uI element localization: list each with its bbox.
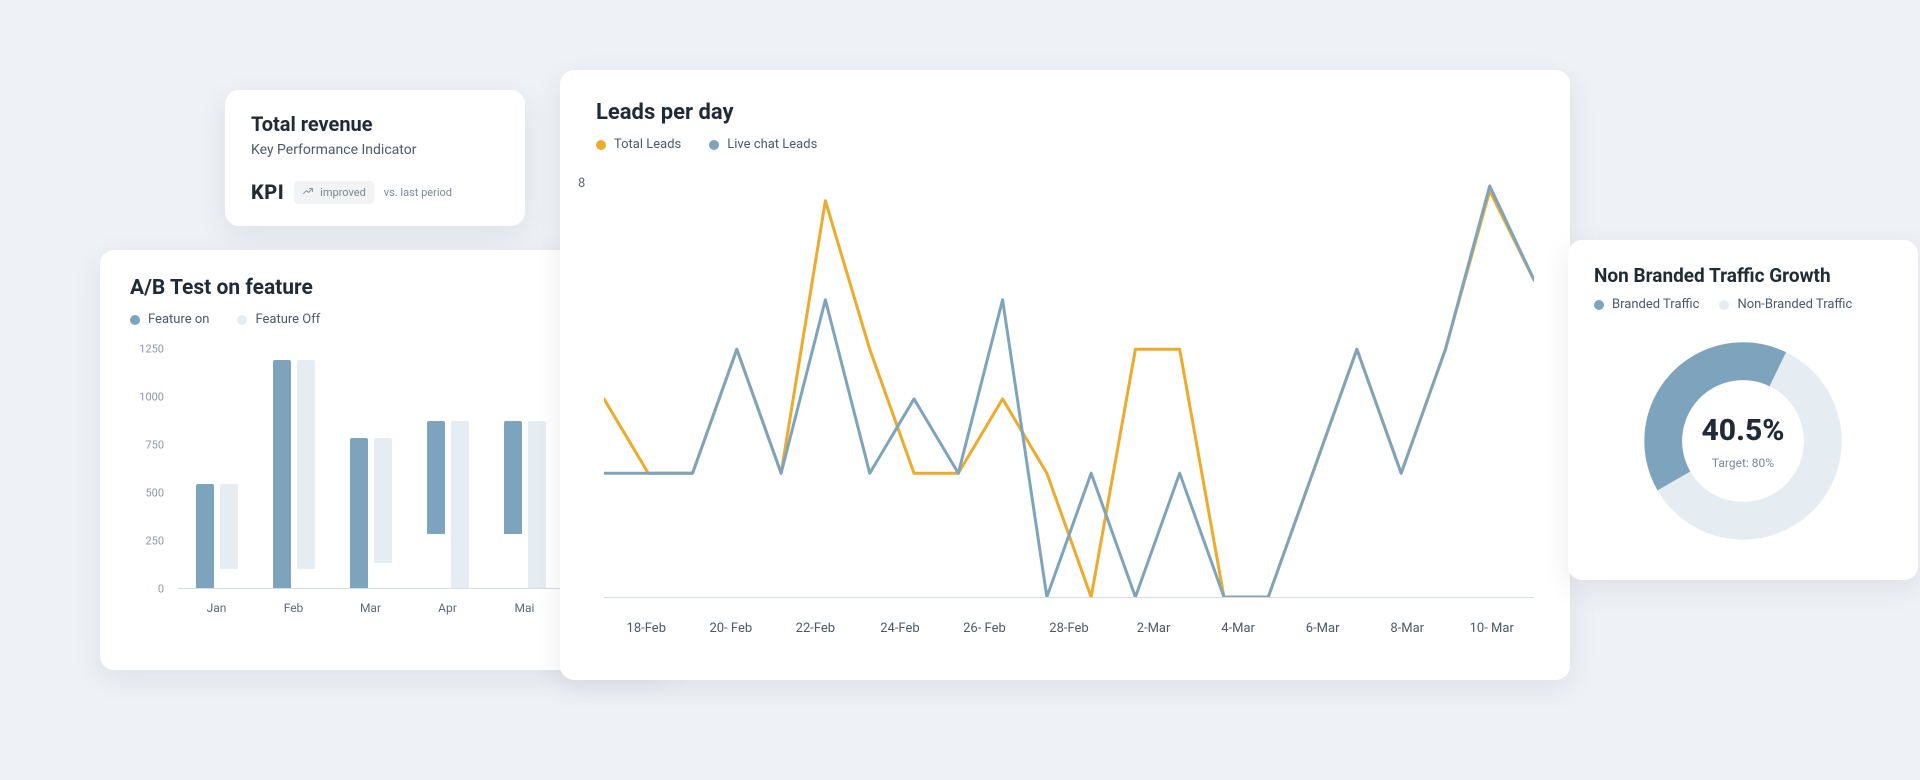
traffic-growth-legend: Branded Traffic Non-Branded Traffic	[1594, 297, 1892, 312]
ab-x-tick: Apr	[409, 601, 486, 615]
leads-card: Leads per day Total Leads Live chat Lead…	[560, 70, 1570, 680]
kpi-title: Total revenue	[251, 112, 499, 136]
bar	[297, 360, 315, 569]
bar	[273, 360, 291, 588]
bar-group	[341, 438, 401, 588]
legend-item-live-chat-leads: Live chat Leads	[709, 137, 817, 152]
leads-y-tick: 8	[578, 176, 585, 191]
legend-label: Feature Off	[255, 312, 320, 327]
leads-title: Leads per day	[596, 100, 1534, 125]
ab-x-tick: Mai	[486, 601, 563, 615]
legend-dot-icon	[1594, 300, 1604, 310]
ab-y-tick: 1000	[139, 391, 164, 404]
legend-dot-icon	[237, 315, 247, 325]
donut-value: 40.5%	[1701, 413, 1784, 448]
legend-label: Live chat Leads	[727, 137, 817, 152]
leads-x-tick: 24-Feb	[858, 621, 943, 636]
leads-legend: Total Leads Live chat Leads	[596, 137, 1534, 152]
bar	[451, 421, 469, 588]
bar	[220, 484, 238, 568]
kpi-improved-badge: improved	[294, 181, 374, 204]
leads-x-tick: 28-Feb	[1027, 621, 1112, 636]
traffic-growth-title: Non Branded Traffic Growth	[1594, 264, 1892, 287]
line-series	[604, 186, 1534, 597]
kpi-vs-text: vs. last period	[384, 186, 452, 199]
bar	[427, 421, 445, 534]
leads-plot-area	[604, 176, 1534, 598]
legend-item-feature-on: Feature on	[130, 312, 209, 327]
bar-group	[495, 421, 555, 588]
legend-label: Non-Branded Traffic	[1737, 297, 1852, 312]
legend-item-total-leads: Total Leads	[596, 137, 681, 152]
legend-dot-icon	[709, 140, 719, 150]
leads-x-tick: 18-Feb	[604, 621, 689, 636]
bar	[196, 484, 214, 588]
bar	[504, 421, 522, 534]
trend-up-icon	[302, 185, 314, 200]
ab-y-tick: 500	[145, 487, 164, 500]
leads-x-tick: 6-Mar	[1280, 621, 1365, 636]
leads-x-tick: 26- Feb	[942, 621, 1027, 636]
leads-x-tick: 2-Mar	[1111, 621, 1196, 636]
bar	[374, 438, 392, 563]
leads-x-tick: 4-Mar	[1196, 621, 1281, 636]
bar-group	[187, 484, 247, 588]
kpi-subtitle: Key Performance Indicator	[251, 142, 499, 158]
ab-y-tick: 0	[158, 583, 164, 596]
kpi-card: Total revenue Key Performance Indicator …	[225, 90, 525, 226]
ab-y-tick: 1250	[139, 343, 164, 356]
ab-x-tick: Mar	[332, 601, 409, 615]
legend-item-non-branded: Non-Branded Traffic	[1719, 297, 1852, 312]
legend-dot-icon	[596, 140, 606, 150]
kpi-row: KPI improved vs. last period	[251, 180, 499, 204]
legend-dot-icon	[1719, 300, 1729, 310]
legend-label: Feature on	[148, 312, 209, 327]
legend-label: Branded Traffic	[1612, 297, 1699, 312]
ab-y-tick: 250	[145, 535, 164, 548]
ab-y-axis: 025050075010001250	[130, 349, 170, 589]
leads-x-tick: 20- Feb	[689, 621, 774, 636]
donut-target: Target: 80%	[1712, 456, 1774, 470]
donut-center: 40.5% Target: 80%	[1638, 336, 1848, 546]
bar-group	[418, 421, 478, 588]
leads-x-tick: 8-Mar	[1365, 621, 1450, 636]
legend-item-branded: Branded Traffic	[1594, 297, 1699, 312]
ab-y-tick: 750	[145, 439, 164, 452]
bar	[528, 421, 546, 588]
traffic-growth-donut: 40.5% Target: 80%	[1638, 336, 1848, 546]
leads-x-tick: 22-Feb	[773, 621, 858, 636]
traffic-growth-card: Non Branded Traffic Growth Branded Traff…	[1568, 240, 1918, 580]
legend-label: Total Leads	[614, 137, 681, 152]
bar-group	[264, 360, 324, 588]
bar	[350, 438, 368, 588]
leads-x-tick: 10- Mar	[1449, 621, 1534, 636]
ab-x-tick: Feb	[255, 601, 332, 615]
legend-dot-icon	[130, 315, 140, 325]
legend-item-feature-off: Feature Off	[237, 312, 320, 327]
leads-chart: 8 18-Feb20- Feb22-Feb24-Feb26- Feb28-Feb…	[596, 176, 1534, 636]
kpi-big-label: KPI	[251, 180, 284, 204]
leads-x-axis: 18-Feb20- Feb22-Feb24-Feb26- Feb28-Feb2-…	[604, 621, 1534, 636]
ab-x-tick: Jan	[178, 601, 255, 615]
kpi-badge-text: improved	[320, 186, 366, 199]
